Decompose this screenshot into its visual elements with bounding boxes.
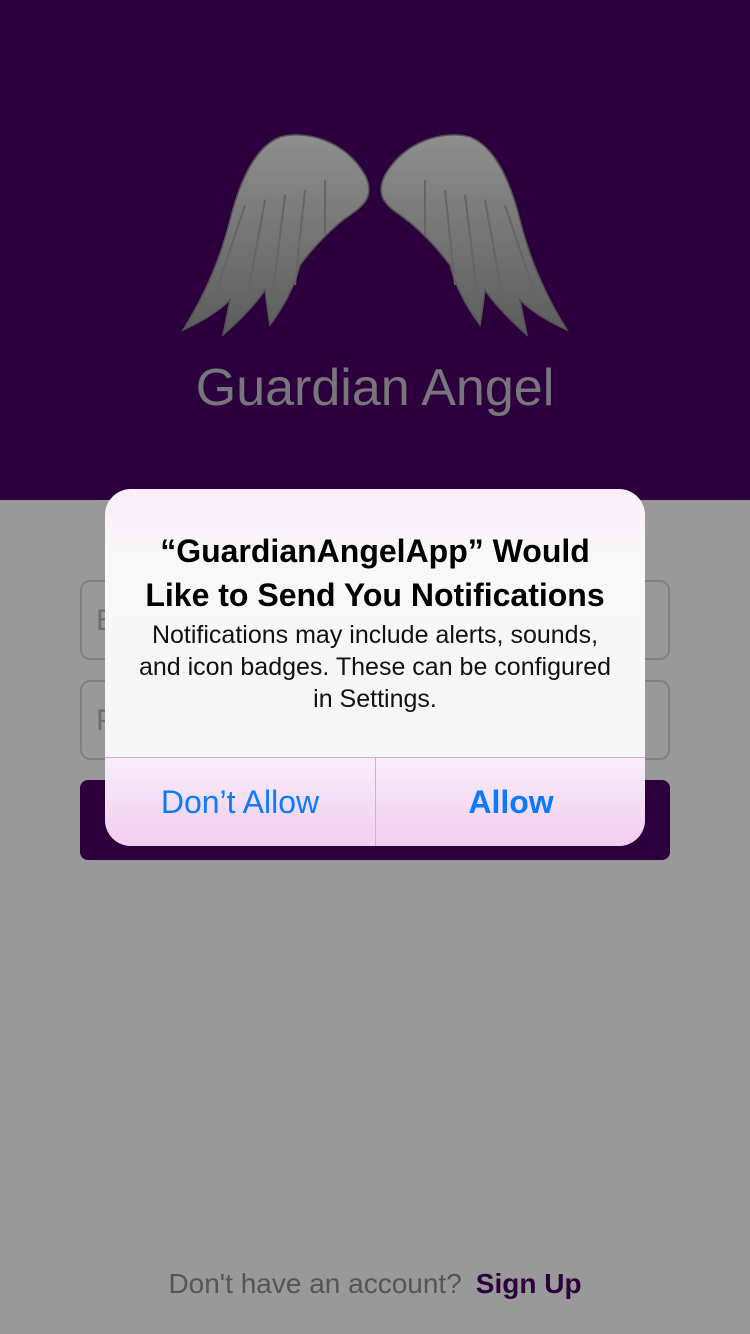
allow-button[interactable]: Allow [376,758,645,846]
notification-permission-alert: “GuardianAngelApp” Would Like to Send Yo… [105,489,645,846]
dont-allow-button[interactable]: Don’t Allow [105,758,375,846]
alert-message: Notifications may include alerts, sounds… [138,621,612,713]
alert-title: “GuardianAngelApp” Would Like to Send Yo… [145,533,605,613]
